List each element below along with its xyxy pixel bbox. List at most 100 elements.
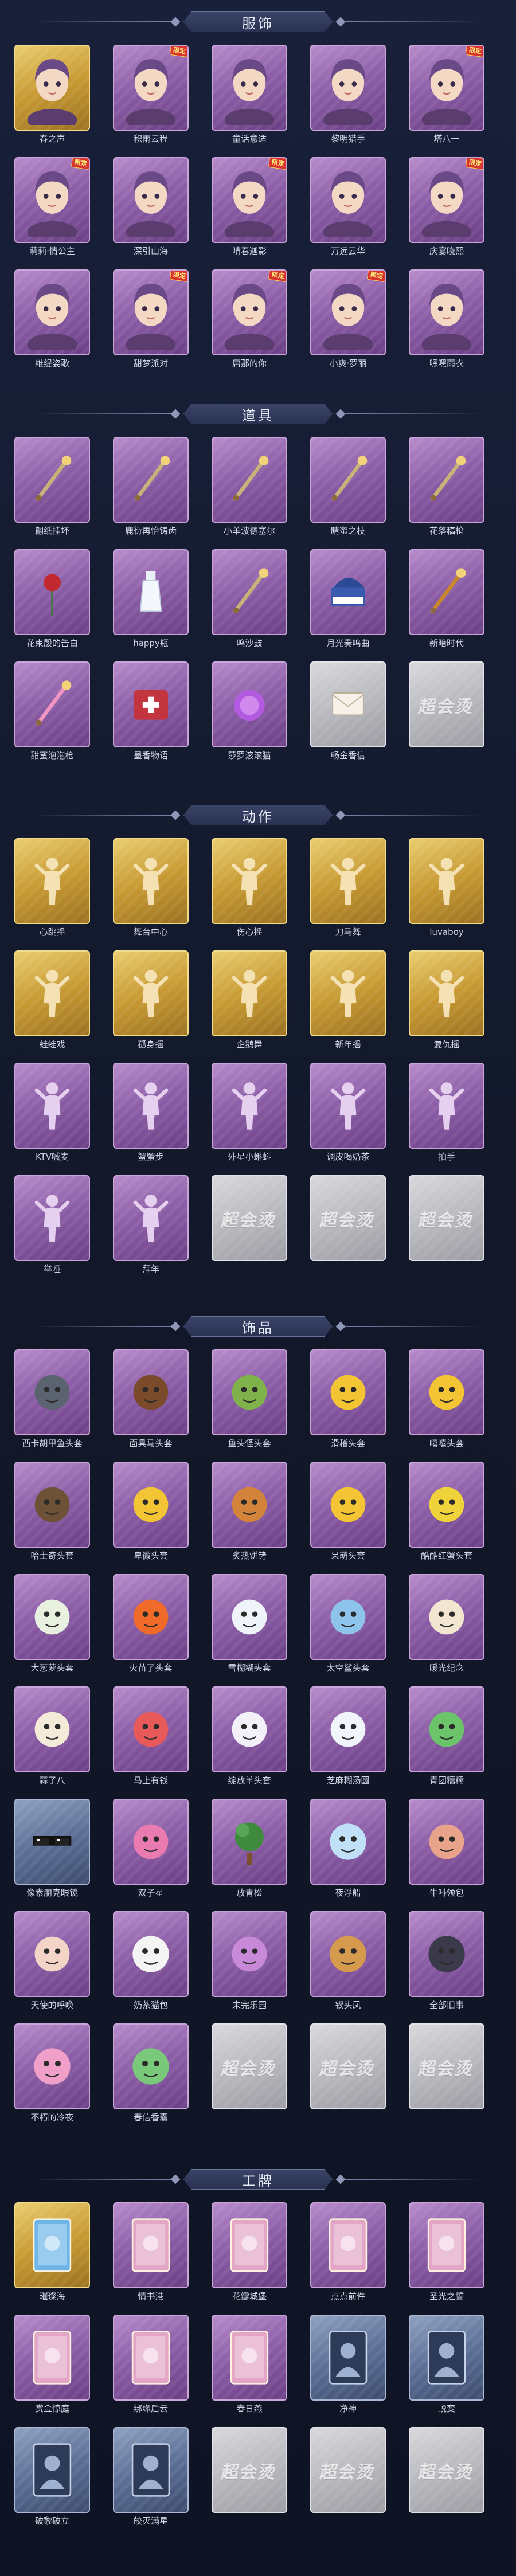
collection-item-card[interactable]: 芝麻糊汤圆 [306, 1686, 390, 1790]
collection-item-card[interactable]: 维缇姿歌 [10, 269, 94, 373]
collection-item-card[interactable]: 春日燕 [208, 2315, 291, 2418]
collection-item-card[interactable]: 不朽的冷夜 [10, 2023, 94, 2127]
collection-item-card[interactable]: 超会烫 [405, 1175, 488, 1278]
collection-item-card[interactable]: 破黎破立 [10, 2427, 94, 2530]
collection-item-card[interactable]: 举哑 [10, 1175, 94, 1278]
collection-item-card[interactable]: 蟹蟹步 [109, 1063, 193, 1166]
collection-item-card[interactable]: 超会烫 [208, 2023, 291, 2127]
collection-item-card[interactable]: 牛啡领包 [405, 1799, 488, 1902]
collection-item-card[interactable]: happy瓶 [109, 549, 193, 652]
collection-item-card[interactable]: 限定 甜梦派对 [109, 269, 193, 373]
collection-item-card[interactable]: 超会烫 [306, 2023, 390, 2127]
collection-item-card[interactable]: 孤身摇 [109, 950, 193, 1054]
collection-item-card[interactable]: 蜕变 [405, 2315, 488, 2418]
collection-item-card[interactable]: 企鹅舞 [208, 950, 291, 1054]
collection-item-card[interactable]: 舞台中心 [109, 838, 193, 941]
collection-item-card[interactable]: 圣光之誓 [405, 2202, 488, 2305]
collection-item-card[interactable]: 暖光纪念 [405, 1574, 488, 1677]
collection-item-card[interactable]: 滑稽头套 [306, 1349, 390, 1453]
collection-item-card[interactable]: 花束殷的告白 [10, 549, 94, 652]
collection-item-card[interactable]: 睛蜜之枝 [306, 437, 390, 540]
collection-item-card[interactable]: 净神 [306, 2315, 390, 2418]
collection-item-card[interactable]: 花落稿枪 [405, 437, 488, 540]
collection-item-card[interactable]: 天使的呼唤 [10, 1911, 94, 2014]
collection-item-card[interactable]: 调皮喝奶茶 [306, 1063, 390, 1166]
collection-item-card[interactable]: 大葱萝头套 [10, 1574, 94, 1677]
collection-item-card[interactable]: 嘻嘻头套 [405, 1349, 488, 1453]
collection-item-card[interactable]: 哈士奇头套 [10, 1462, 94, 1565]
collection-item-card[interactable]: 夜浮船 [306, 1799, 390, 1902]
collection-item-card[interactable]: 刀马舞 [306, 838, 390, 941]
collection-item-card[interactable]: 火苗了头套 [109, 1574, 193, 1677]
collection-item-card[interactable]: 甜蜜泡泡枪 [10, 661, 94, 765]
collection-item-card[interactable]: 新暗时代 [405, 549, 488, 652]
collection-item-card[interactable]: 小羊波德塞尔 [208, 437, 291, 540]
collection-item-card[interactable]: 嘿嘿雨衣 [405, 269, 488, 373]
collection-item-card[interactable]: 鸣沙鼓 [208, 549, 291, 652]
collection-item-card[interactable]: 蛙蛙戏 [10, 950, 94, 1054]
collection-item-card[interactable]: 墨香物语 [109, 661, 193, 765]
collection-item-card[interactable]: 西卡胡甲鱼头套 [10, 1349, 94, 1453]
collection-item-card[interactable]: 呆萌头套 [306, 1462, 390, 1565]
collection-item-card[interactable]: 限定 庆宴晓熙 [405, 157, 488, 260]
collection-item-card[interactable]: 万远云华 [306, 157, 390, 260]
collection-item-card[interactable]: 新年摇 [306, 950, 390, 1054]
collection-item-card[interactable]: 深引山海 [109, 157, 193, 260]
collection-item-card[interactable]: 拍手 [405, 1063, 488, 1166]
collection-item-card[interactable]: 绽放羊头套 [208, 1686, 291, 1790]
collection-item-card[interactable]: 限定 塔八一 [405, 45, 488, 148]
collection-item-card[interactable]: 点点前件 [306, 2202, 390, 2305]
collection-item-card[interactable]: 钗头凤 [306, 1911, 390, 2014]
collection-item-card[interactable]: 复仇摇 [405, 950, 488, 1054]
collection-item-card[interactable]: 黎明猎手 [306, 45, 390, 148]
collection-item-card[interactable]: 超会烫 [306, 2427, 390, 2530]
collection-item-card[interactable]: 绑缘后云 [109, 2315, 193, 2418]
collection-item-card[interactable]: 鱼头怪头套 [208, 1349, 291, 1453]
collection-item-card[interactable]: 未完乐园 [208, 1911, 291, 2014]
collection-item-card[interactable]: 童话意适 [208, 45, 291, 148]
collection-item-card[interactable]: 超会烫 [405, 2427, 488, 2530]
collection-item-card[interactable]: 奶茶猫包 [109, 1911, 193, 2014]
collection-item-card[interactable]: 鹿衍再怡铸齿 [109, 437, 193, 540]
collection-item-card[interactable]: 马上有钱 [109, 1686, 193, 1790]
collection-item-card[interactable]: 炙热饼铐 [208, 1462, 291, 1565]
collection-item-card[interactable]: KTV喊麦 [10, 1063, 94, 1166]
collection-item-card[interactable]: 限定 晴春迦影 [208, 157, 291, 260]
collection-item-card[interactable]: 翩纸挂坏 [10, 437, 94, 540]
collection-item-card[interactable]: 超会烫 [208, 2427, 291, 2530]
collection-item-card[interactable]: 放青松 [208, 1799, 291, 1902]
collection-item-card[interactable]: 超会烫 [405, 661, 488, 765]
collection-item-card[interactable]: 心跳摇 [10, 838, 94, 941]
collection-item-card[interactable]: 面具马头套 [109, 1349, 193, 1453]
collection-item-card[interactable]: 限定 积雨云程 [109, 45, 193, 148]
collection-item-card[interactable]: 花瓣城堡 [208, 2202, 291, 2305]
collection-item-card[interactable]: 超会烫 [208, 1175, 291, 1278]
collection-item-card[interactable]: 畅金香信 [306, 661, 390, 765]
collection-item-card[interactable]: 蒜了八 [10, 1686, 94, 1790]
collection-item-card[interactable]: 双子星 [109, 1799, 193, 1902]
collection-item-card[interactable]: 青团糯糯 [405, 1686, 488, 1790]
collection-item-card[interactable]: 璀璨海 [10, 2202, 94, 2305]
collection-item-card[interactable]: 限定 莉莉·情公主 [10, 157, 94, 260]
collection-item-card[interactable]: 情书港 [109, 2202, 193, 2305]
collection-item-card[interactable]: 赏金惊庭 [10, 2315, 94, 2418]
collection-item-card[interactable]: 莎罗滚滚猫 [208, 661, 291, 765]
collection-item-card[interactable]: 超会烫 [306, 1175, 390, 1278]
collection-item-card[interactable]: 太空鲨头套 [306, 1574, 390, 1677]
collection-item-card[interactable]: 全部旧事 [405, 1911, 488, 2014]
collection-item-card[interactable]: 月光奏鸣曲 [306, 549, 390, 652]
collection-item-card[interactable]: 超会烫 [405, 2023, 488, 2127]
collection-item-card[interactable]: 外星小蝌蚪 [208, 1063, 291, 1166]
collection-item-card[interactable]: 雪糊糊头套 [208, 1574, 291, 1677]
collection-item-card[interactable]: 伤心摇 [208, 838, 291, 941]
collection-item-card[interactable]: 限定 小爽·罗丽 [306, 269, 390, 373]
collection-item-card[interactable]: 皎灭满星 [109, 2427, 193, 2530]
collection-item-card[interactable]: 酷酷红蟹头套 [405, 1462, 488, 1565]
collection-item-card[interactable]: 春之声 [10, 45, 94, 148]
collection-item-card[interactable]: 像素朋克眼镜 [10, 1799, 94, 1902]
collection-item-card[interactable]: 春信香囊 [109, 2023, 193, 2127]
collection-item-card[interactable]: 卑微头套 [109, 1462, 193, 1565]
collection-item-card[interactable]: luvaboy [405, 838, 488, 941]
collection-item-card[interactable]: 拜年 [109, 1175, 193, 1278]
collection-item-card[interactable]: 限定 庸那的你 [208, 269, 291, 373]
